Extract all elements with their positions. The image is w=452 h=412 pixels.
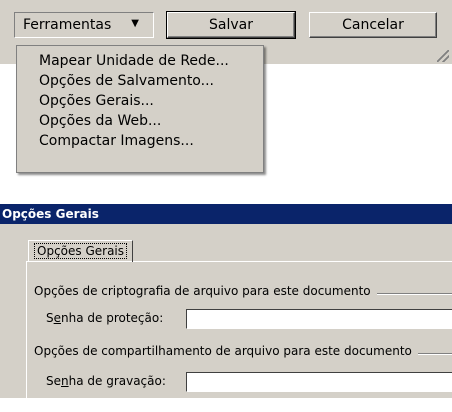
menu-item-save-options[interactable]: Opções de Salvamento... bbox=[17, 71, 263, 91]
open-password-label: Senha de proteção: bbox=[46, 311, 164, 325]
menu-item-compress-pictures[interactable]: Compactar Imagens... bbox=[17, 131, 263, 151]
tab-general-options[interactable]: Opções Gerais bbox=[28, 240, 134, 262]
dropdown-arrow-icon: ▼ bbox=[131, 18, 139, 29]
menu-item-web-options[interactable]: Opções da Web... bbox=[17, 111, 263, 131]
modify-password-label: Senha de gravação: bbox=[46, 374, 166, 388]
tools-menu: Mapear Unidade de Rede... Opções de Salv… bbox=[16, 45, 264, 173]
tab-general-options-label: Opções Gerais bbox=[34, 243, 128, 259]
menu-item-general-options[interactable]: Opções Gerais... bbox=[17, 91, 263, 111]
menu-item-map-network-drive[interactable]: Mapear Unidade de Rede... bbox=[17, 51, 263, 71]
cancel-button[interactable]: Cancelar bbox=[309, 12, 437, 38]
modify-password-field[interactable] bbox=[186, 372, 452, 392]
general-options-dialog: Opções Gerais Opções Gerais Opções de cr… bbox=[0, 204, 452, 412]
save-button[interactable]: Salvar bbox=[166, 11, 296, 39]
sharing-group-label: Opções de compartilhamento de arquivo pa… bbox=[34, 344, 418, 358]
open-password-field[interactable] bbox=[186, 309, 452, 329]
resize-grip-icon[interactable] bbox=[437, 50, 449, 62]
tools-dropdown-button[interactable]: Ferramentas ▼ bbox=[14, 12, 154, 38]
encryption-group-label: Opções de criptografia de arquivo para e… bbox=[34, 284, 377, 298]
dialog-title: Opções Gerais bbox=[0, 204, 452, 224]
save-label: Salvar bbox=[209, 17, 253, 33]
tools-label: Ferramentas bbox=[23, 17, 112, 33]
cancel-label: Cancelar bbox=[342, 17, 404, 33]
